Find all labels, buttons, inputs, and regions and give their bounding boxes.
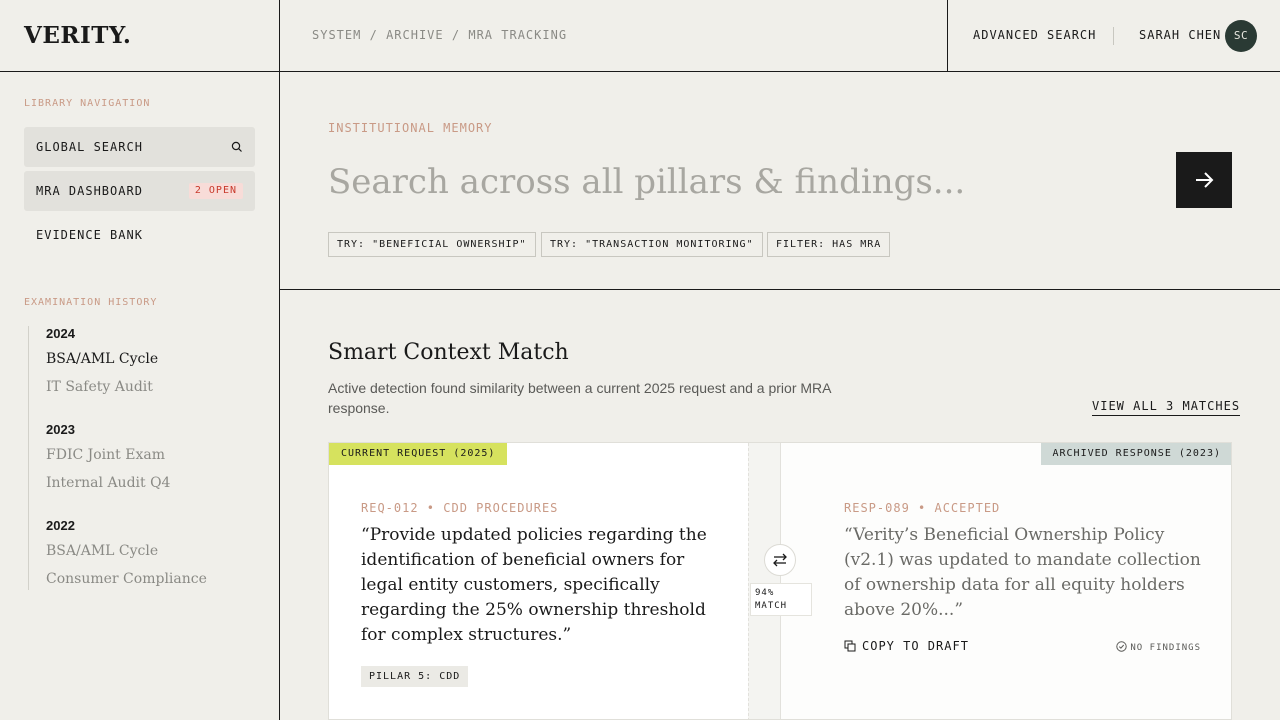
history-item[interactable]: Internal Audit Q4 (46, 475, 170, 491)
header-actions: ADVANCED SEARCH SARAH CHEN SC (947, 0, 1280, 71)
no-findings-label: NO FINDINGS (1130, 643, 1201, 653)
breadcrumb-system[interactable]: SYSTEM (312, 28, 361, 42)
sidebar-item-label: EVIDENCE BANK (36, 228, 143, 242)
section-title: Smart Context Match (328, 340, 569, 365)
advanced-search-link[interactable]: ADVANCED SEARCH (973, 28, 1096, 42)
logo[interactable]: VERITY. (24, 22, 131, 49)
examination-history-heading: EXAMINATION HISTORY (24, 297, 158, 308)
suggestion-chip-transaction-monitoring[interactable]: TRY: "TRANSACTION MONITORING" (541, 232, 763, 257)
search-submit-button[interactable] (1176, 152, 1232, 208)
user-name[interactable]: SARAH CHEN (1139, 28, 1221, 42)
open-count-badge: 2 OPEN (188, 183, 243, 199)
breadcrumb-archive[interactable]: ARCHIVE (386, 28, 444, 42)
match-divider (748, 443, 781, 719)
search-icon (231, 141, 242, 152)
swap-compare-button[interactable] (764, 544, 796, 576)
archived-response-tag: ARCHIVED RESPONSE (2023) (1040, 443, 1231, 465)
search-input[interactable] (328, 156, 1168, 208)
examination-history-list: 2024 BSA/AML Cycle IT Safety Audit 2023 … (28, 326, 268, 590)
check-circle-icon (1116, 641, 1128, 652)
view-all-matches-link[interactable]: VIEW ALL 3 MATCHES (1092, 399, 1241, 416)
current-request-panel: CURRENT REQUEST (2025) REQ-012 • CDD PRO… (329, 443, 748, 719)
match-percent: 94% (755, 588, 775, 598)
filter-chip-has-mra[interactable]: FILTER: HAS MRA (767, 232, 891, 257)
library-navigation-heading: LIBRARY NAVIGATION (24, 98, 151, 109)
top-bar: VERITY. SYSTEM / ARCHIVE / MRA TRACKING … (0, 0, 1280, 72)
sidebar-item-label: GLOBAL SEARCH (36, 140, 143, 154)
sidebar-item-mra-dashboard[interactable]: MRA DASHBOARD 2 OPEN (24, 171, 255, 211)
match-card: CURRENT REQUEST (2025) REQ-012 • CDD PRO… (328, 442, 1232, 720)
match-score: 94% MATCH (750, 583, 812, 616)
copy-to-draft-label: COPY TO DRAFT (862, 639, 969, 653)
institutional-memory-label: INSTITUTIONAL MEMORY (328, 121, 493, 135)
history-year: 2023 (46, 422, 75, 437)
breadcrumb-separator: / (369, 28, 378, 42)
history-year: 2022 (46, 518, 75, 533)
swap-arrows-icon (773, 553, 787, 567)
archived-response-panel: ARCHIVED RESPONSE (2023) RESP-089 • ACCE… (781, 443, 1231, 719)
request-quote: “Provide updated policies regarding the … (361, 525, 707, 645)
response-meta: RESP-089 • ACCEPTED (844, 501, 1001, 515)
current-request-tag: CURRENT REQUEST (2025) (329, 443, 508, 465)
copy-icon (844, 640, 856, 652)
sidebar-item-label: MRA DASHBOARD (36, 184, 143, 198)
history-item[interactable]: Consumer Compliance (46, 571, 207, 587)
section-description: Active detection found similarity betwee… (328, 380, 831, 416)
suggestion-chip-beneficial-ownership[interactable]: TRY: "BENEFICIAL OWNERSHIP" (328, 232, 536, 257)
match-label: MATCH (755, 601, 788, 611)
pillar-tag: PILLAR 5: CDD (361, 666, 469, 687)
response-quote: “Verity’s Beneficial Ownership Policy (v… (844, 525, 1201, 620)
history-item[interactable]: IT Safety Audit (46, 379, 153, 395)
copy-to-draft-button[interactable]: COPY TO DRAFT (844, 639, 969, 653)
history-item[interactable]: BSA/AML Cycle (46, 351, 158, 367)
sidebar-item-global-search[interactable]: GLOBAL SEARCH (24, 127, 255, 167)
divider (1113, 27, 1114, 45)
search-section: INSTITUTIONAL MEMORY TRY: "BENEFICIAL OW… (280, 72, 1280, 290)
breadcrumb: SYSTEM / ARCHIVE / MRA TRACKING (312, 28, 567, 42)
history-year: 2024 (46, 326, 75, 341)
avatar[interactable]: SC (1225, 20, 1257, 52)
no-findings-status: NO FINDINGS (1116, 641, 1201, 653)
request-meta: REQ-012 • CDD PROCEDURES (361, 501, 559, 515)
sidebar: LIBRARY NAVIGATION GLOBAL SEARCH MRA DAS… (0, 72, 280, 720)
breadcrumb-separator: / (451, 28, 461, 42)
sidebar-item-evidence-bank[interactable]: EVIDENCE BANK (24, 215, 255, 255)
history-item[interactable]: FDIC Joint Exam (46, 447, 165, 463)
breadcrumb-mra-tracking[interactable]: MRA TRACKING (468, 28, 567, 42)
history-item[interactable]: BSA/AML Cycle (46, 543, 158, 559)
logo-cell: VERITY. (0, 0, 280, 71)
arrow-right-icon (1196, 172, 1214, 188)
